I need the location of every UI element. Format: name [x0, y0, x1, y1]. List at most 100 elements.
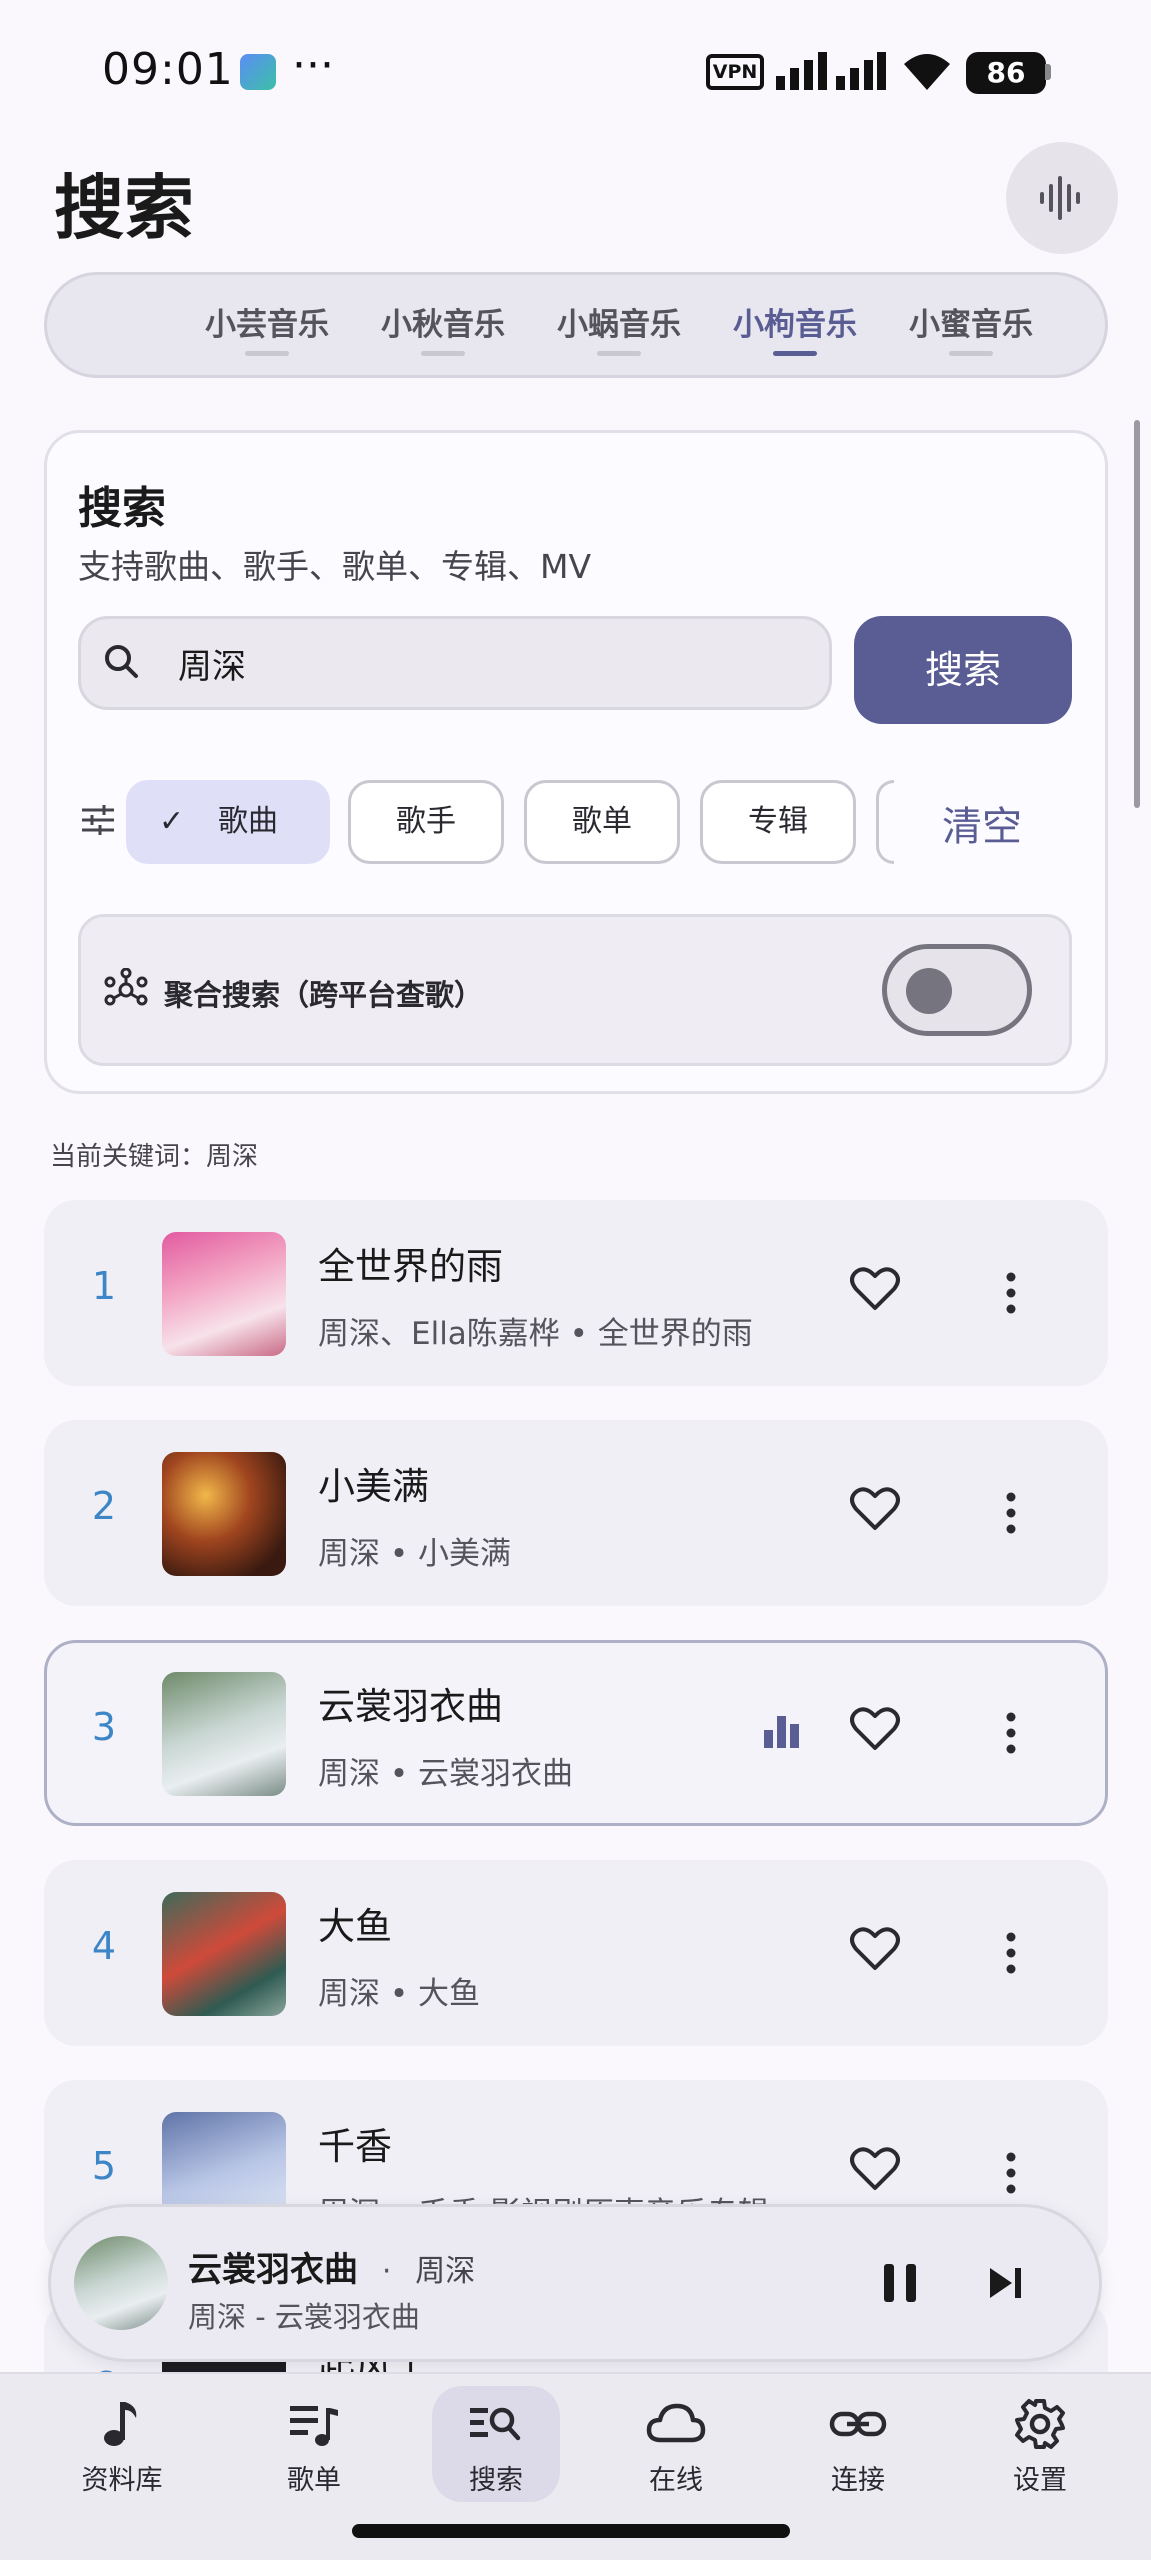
- waveform-icon: [1040, 176, 1080, 220]
- wifi-icon: [904, 54, 950, 90]
- filter-chip-songs[interactable]: ✓ 歌曲: [126, 780, 330, 864]
- mini-player-song-name: 云裳羽衣曲: [188, 2250, 358, 2290]
- nav-label: 搜索: [469, 2465, 523, 2496]
- check-icon: ✓: [159, 804, 185, 839]
- voice-search-button[interactable]: [1006, 142, 1118, 254]
- album-cover: [162, 1892, 286, 2016]
- song-meta: 周深、Ella陈嘉桦 • 全世界的雨: [318, 1316, 753, 1352]
- filter-chip-mv-partial[interactable]: [876, 780, 894, 864]
- nav-item-library[interactable]: 资料库: [52, 2380, 192, 2497]
- battery-indicator: 86: [966, 52, 1046, 94]
- chip-label: 歌曲: [218, 804, 278, 839]
- favorite-heart-icon[interactable]: [850, 1486, 900, 1532]
- tab-label: 小枸音乐: [733, 307, 857, 343]
- more-options-icon[interactable]: [1004, 1272, 1018, 1314]
- current-keyword-label: 当前关键词：周深: [50, 1142, 259, 1172]
- nav-label: 连接: [831, 2465, 885, 2496]
- more-options-icon[interactable]: [1004, 1932, 1018, 1974]
- now-playing-equalizer-icon: [764, 1716, 799, 1748]
- favorite-heart-icon[interactable]: [850, 2146, 900, 2192]
- tab-platform-4[interactable]: 小枸音乐: [715, 275, 875, 375]
- song-row[interactable]: 1 全世界的雨 周深、Ella陈嘉桦 • 全世界的雨: [44, 1200, 1108, 1386]
- more-options-icon[interactable]: [1004, 2152, 1018, 2194]
- tab-indicator: [597, 351, 641, 356]
- song-rank: 3: [91, 1705, 117, 1749]
- scrollbar-thumb[interactable]: [1134, 420, 1140, 808]
- mini-player-cover: [74, 2236, 168, 2330]
- favorite-heart-icon[interactable]: [850, 1706, 900, 1752]
- song-title: 千香: [318, 2125, 392, 2168]
- tab-platform-3[interactable]: 小蜗音乐: [539, 275, 699, 375]
- nav-item-settings[interactable]: 设置: [970, 2380, 1110, 2497]
- music-note-icon: [104, 2402, 137, 2446]
- nav-item-online[interactable]: 在线: [606, 2380, 746, 2497]
- status-time: 09:01: [102, 44, 234, 95]
- favorite-heart-icon[interactable]: [850, 1266, 900, 1312]
- nav-label: 在线: [649, 2465, 703, 2496]
- link-icon: [829, 2411, 887, 2437]
- clear-button[interactable]: 清空: [942, 794, 1022, 852]
- gallery-notification-icon: [240, 54, 276, 90]
- aggregate-search-toggle[interactable]: [882, 944, 1032, 1036]
- filter-chip-playlists[interactable]: 歌单: [524, 780, 680, 864]
- song-meta: 周深 • 小美满: [318, 1536, 511, 1572]
- more-notifications-icon: ···: [292, 40, 334, 91]
- filter-sliders-icon[interactable]: [80, 802, 116, 838]
- filter-chip-albums[interactable]: 专辑: [700, 780, 856, 864]
- song-rank: 4: [91, 1924, 117, 1968]
- skip-next-icon[interactable]: [988, 2266, 1024, 2300]
- tab-platform-1[interactable]: 小芸音乐: [187, 275, 347, 375]
- song-title: 大鱼: [318, 1905, 392, 1948]
- tab-label: 小芸音乐: [205, 307, 329, 343]
- song-row[interactable]: 4 大鱼 周深 • 大鱼: [44, 1860, 1108, 2046]
- tab-platform-5[interactable]: 小蜜音乐: [891, 275, 1051, 375]
- album-cover: [162, 1452, 286, 1576]
- tab-indicator: [773, 351, 817, 356]
- nav-label: 设置: [1013, 2465, 1067, 2496]
- nav-item-playlists[interactable]: 歌单: [244, 2380, 384, 2497]
- tab-indicator: [245, 351, 289, 356]
- more-options-icon[interactable]: [1004, 1492, 1018, 1534]
- pause-icon[interactable]: [882, 2262, 920, 2304]
- nav-item-connect[interactable]: 连接: [788, 2380, 928, 2497]
- song-meta: 周深 • 大鱼: [318, 1976, 480, 2012]
- chip-label: 歌手: [396, 804, 456, 839]
- signal-strength-icon: [776, 52, 886, 90]
- song-title: 云裳羽衣曲: [318, 1685, 503, 1728]
- search-button[interactable]: 搜索: [854, 616, 1072, 724]
- search-list-icon: [470, 2407, 521, 2441]
- song-title: 小美满: [318, 1465, 429, 1508]
- playlist-icon: [290, 2406, 338, 2446]
- filter-chip-artists[interactable]: 歌手: [348, 780, 504, 864]
- favorite-heart-icon[interactable]: [850, 1926, 900, 1972]
- page-title: 搜索: [54, 167, 194, 249]
- toggle-knob: [906, 968, 952, 1014]
- search-icon: [105, 645, 138, 678]
- song-title: 全世界的雨: [318, 1245, 503, 1288]
- song-rank: 1: [91, 1264, 117, 1308]
- song-row[interactable]: 2 小美满 周深 • 小美满: [44, 1420, 1108, 1606]
- song-rank: 2: [91, 1484, 117, 1528]
- mini-player-subtitle: 周深 - 云裳羽衣曲: [188, 2300, 420, 2334]
- search-card-title: 搜索: [78, 483, 166, 534]
- album-cover: [162, 1672, 286, 1796]
- cloud-icon: [646, 2403, 706, 2443]
- tab-indicator: [949, 351, 993, 356]
- song-rank: 5: [91, 2144, 117, 2188]
- tab-label: 小蜗音乐: [557, 307, 681, 343]
- platform-tabs: 小芸音乐 小秋音乐 小蜗音乐 小枸音乐 小蜜音乐: [44, 272, 1108, 378]
- separator-dot: ·: [381, 2254, 392, 2289]
- search-card-subtitle: 支持歌曲、歌手、歌单、专辑、MV: [78, 547, 592, 586]
- nav-label: 歌单: [287, 2465, 341, 2496]
- nav-item-search[interactable]: 搜索: [426, 2380, 566, 2497]
- search-input[interactable]: [178, 636, 798, 690]
- song-row-now-playing[interactable]: 3 云裳羽衣曲 周深 • 云裳羽衣曲: [44, 1640, 1108, 1826]
- tab-platform-2[interactable]: 小秋音乐: [363, 275, 523, 375]
- more-options-icon[interactable]: [1004, 1712, 1018, 1754]
- nav-label: 资料库: [81, 2465, 163, 2496]
- mini-player-artist: 周深: [415, 2254, 476, 2289]
- aggregate-search-label: 聚合搜索（跨平台查歌）: [164, 978, 484, 1012]
- home-indicator[interactable]: [352, 2524, 790, 2538]
- battery-tip: [1045, 64, 1051, 80]
- chip-label: 歌单: [572, 804, 632, 839]
